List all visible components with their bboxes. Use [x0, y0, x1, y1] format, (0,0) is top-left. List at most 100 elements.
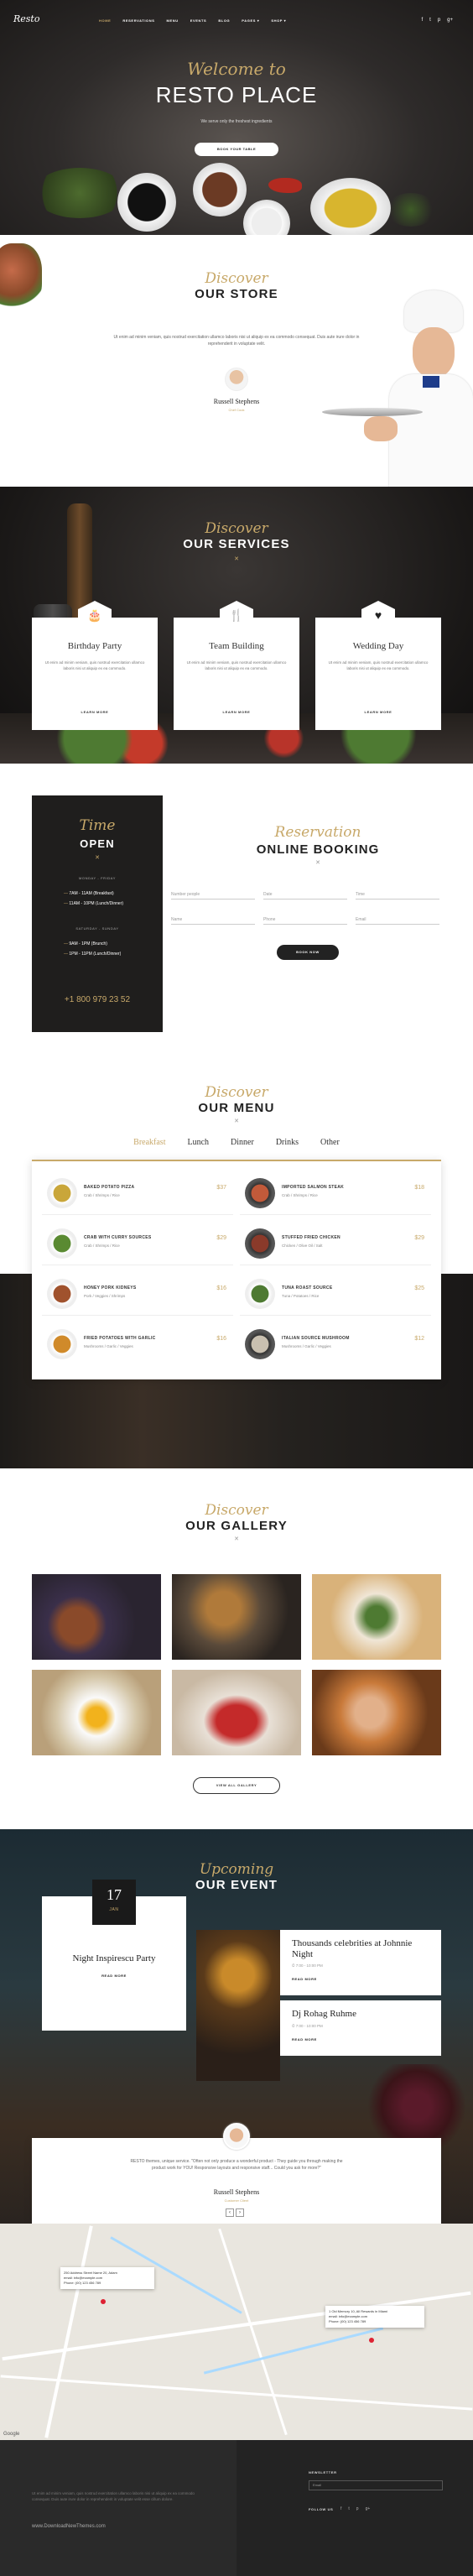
newsletter-input[interactable]: Email	[309, 2480, 443, 2490]
gallery-image[interactable]	[172, 1670, 301, 1755]
tab-dinner[interactable]: Dinner	[231, 1138, 254, 1147]
dish-name: FRIED POTATOES WITH GARLIC	[84, 1336, 156, 1341]
menu-item[interactable]: CRAB WITH CURRY SOURCES Crab / Shrimps /…	[42, 1222, 233, 1265]
event-card[interactable]: Thousands celebrities at Johnnie Night ⏱…	[280, 1930, 441, 1995]
facebook-icon[interactable]: f	[421, 18, 423, 23]
service-card-team: 🍴 Team Building Ut enim ad minim veniam,…	[174, 601, 299, 730]
cake-icon: 🎂	[87, 608, 102, 622]
event-card-main[interactable]: 17 JAN Night Inspirescu Party READ MORE	[42, 1880, 186, 2031]
gallery-image[interactable]	[172, 1574, 301, 1660]
dish-desc: Mushrooms / Garlic / Veggies	[84, 1344, 133, 1348]
tab-lunch[interactable]: Lunch	[187, 1138, 209, 1147]
booking-title: ONLINE BOOKING	[256, 842, 380, 857]
tab-breakfast[interactable]: Breakfast	[133, 1138, 165, 1147]
site-logo[interactable]: Resto	[13, 13, 39, 24]
nav-item-blog[interactable]: BLOG	[218, 18, 230, 23]
dish-price: $12	[414, 1336, 424, 1342]
pinterest-icon[interactable]: p	[438, 18, 440, 23]
hero-section: Resto HOME RESERVATIONS MENU EVENTS BLOG…	[0, 0, 473, 235]
view-gallery-button[interactable]: VIEW ALL GALLERY	[193, 1777, 280, 1794]
dish-image	[245, 1279, 275, 1309]
time-field[interactable]: Time	[356, 889, 439, 900]
menu-item[interactable]: HONEY PORK KIDNEYS Pork / Veggies / Shri…	[42, 1272, 233, 1316]
footer-url[interactable]: www.DownloadNewThemes.com	[32, 2524, 106, 2529]
weekday-row: — 11AM - 10PM (Lunch/Dinner)	[64, 901, 124, 906]
dish-price: $16	[216, 1336, 226, 1342]
hero-sauce-bowl-image	[117, 173, 176, 232]
footer-right-panel: NEWSLETTER Email FOLLOW US f t p g+	[236, 2440, 473, 2576]
nav-item-menu[interactable]: MENU	[167, 18, 179, 23]
dish-desc: Mushrooms / Garlic / Veggies	[282, 1344, 331, 1348]
facebook-icon[interactable]: f	[340, 2506, 341, 2511]
dish-desc: Crab / Shrimps / Rice	[282, 1193, 318, 1197]
testimonial-next-button[interactable]: ›	[236, 2208, 244, 2217]
gallery-image[interactable]	[312, 1574, 441, 1660]
hours-phone: +1 800 979 23 52	[64, 995, 131, 1004]
dish-image	[245, 1228, 275, 1259]
testimonial-quote: RESTO themes, unique service. "Often not…	[130, 2159, 343, 2171]
hours-script: Time	[79, 817, 116, 834]
event-read-more-link[interactable]: READ MORE	[292, 2037, 317, 2042]
testimonial-prev-button[interactable]: ‹	[226, 2208, 234, 2217]
nav-item-reservations[interactable]: RESERVATIONS	[122, 18, 154, 23]
dish-image	[245, 1178, 275, 1208]
testimonial-name: Russell Stephens	[213, 2188, 260, 2196]
dish-price: $25	[414, 1285, 424, 1291]
date-field[interactable]: Date	[263, 889, 347, 900]
map-pin-icon[interactable]	[369, 2338, 374, 2343]
menu-item[interactable]: BAKED POTATO PIZZA Crab / Shrimps / Rice…	[42, 1171, 233, 1215]
dish-image	[245, 1329, 275, 1359]
menu-item[interactable]: IMPORTED SALMON STEAK Crab / Shrimps / R…	[240, 1171, 431, 1215]
pinterest-icon[interactable]: p	[356, 2506, 359, 2511]
event-read-more-link[interactable]: READ MORE	[42, 1974, 186, 1978]
menu-item[interactable]: FRIED POTATOES WITH GARLIC Mushrooms / G…	[42, 1322, 233, 1366]
booking-divider-icon: ✕	[315, 860, 320, 866]
nav-item-shop[interactable]: SHOP ▾	[271, 18, 286, 23]
phone-field[interactable]: Phone	[263, 915, 347, 925]
event-card-title: Thousands celebrities at Johnnie Night	[292, 1938, 413, 1959]
hours-title: OPEN	[80, 837, 115, 850]
dish-desc: Chicken / Olive Oil / Salt	[282, 1244, 323, 1248]
footer-section: Ut enim ad minim veniam, quis nostrud ex…	[0, 2440, 473, 2576]
service-learn-more-link[interactable]: LEARN MORE	[315, 710, 441, 714]
hero-salt-bowl-image	[243, 200, 290, 235]
event-card-time: ⏱ 7:00 - 10:00 PM	[292, 1963, 323, 1968]
gallery-image[interactable]	[312, 1670, 441, 1755]
gallery-script: Discover	[205, 1502, 268, 1519]
google-plus-icon[interactable]: g+	[447, 18, 453, 23]
nav-menu: HOME RESERVATIONS MENU EVENTS BLOG PAGES…	[99, 18, 286, 23]
menu-item[interactable]: ITALIAN SOURCE MUSHROOM Mushrooms / Garl…	[240, 1322, 431, 1366]
menu-item[interactable]: STUFFED FRIED CHICKEN Chicken / Olive Oi…	[240, 1222, 431, 1265]
gallery-image[interactable]	[32, 1574, 161, 1660]
event-card[interactable]: Dj Rohag Ruhme ⏱ 7:00 - 10:00 PM READ MO…	[280, 2000, 441, 2056]
service-hex: ♥	[361, 601, 395, 634]
nav-item-events[interactable]: EVENTS	[190, 18, 207, 23]
gallery-image[interactable]	[32, 1670, 161, 1755]
store-section: Discover OUR STORE Ut enim ad minim veni…	[0, 235, 473, 487]
main-nav: Resto HOME RESERVATIONS MENU EVENTS BLOG…	[0, 12, 473, 25]
map-section[interactable]: 250 Address Street Name 20, Adam email: …	[0, 2224, 473, 2440]
testimonial-avatar	[223, 2123, 250, 2150]
map-pin-icon[interactable]	[101, 2299, 106, 2304]
event-read-more-link[interactable]: READ MORE	[292, 1977, 317, 1981]
dish-desc: Pork / Veggies / Shrimps	[84, 1294, 126, 1298]
people-select[interactable]: Number people	[171, 889, 255, 900]
event-drinks-image	[196, 1930, 280, 2081]
menu-divider-icon: ✕	[234, 1119, 239, 1124]
google-plus-icon[interactable]: g+	[366, 2506, 371, 2511]
nav-item-pages[interactable]: PAGES ▾	[242, 18, 259, 23]
twitter-icon[interactable]: t	[348, 2506, 349, 2511]
service-learn-more-link[interactable]: LEARN MORE	[174, 710, 299, 714]
tab-other[interactable]: Other	[320, 1138, 340, 1147]
twitter-icon[interactable]: t	[429, 18, 431, 23]
book-now-button[interactable]: BOOK NOW	[277, 945, 339, 960]
hero-welcome: Welcome to	[187, 59, 286, 79]
tab-drinks[interactable]: Drinks	[276, 1138, 299, 1147]
nav-item-home[interactable]: HOME	[99, 18, 111, 23]
email-field[interactable]: Email	[356, 915, 439, 925]
service-card-wedding: ♥ Wedding Day Ut enim ad minim veniam, q…	[315, 601, 441, 730]
book-table-button[interactable]: BOOK YOUR TABLE	[195, 143, 278, 156]
menu-item[interactable]: TUNA ROAST SOURCE Tuna / Potatoes / Rice…	[240, 1272, 431, 1316]
service-learn-more-link[interactable]: LEARN MORE	[32, 710, 158, 714]
name-field[interactable]: Name	[171, 915, 255, 925]
